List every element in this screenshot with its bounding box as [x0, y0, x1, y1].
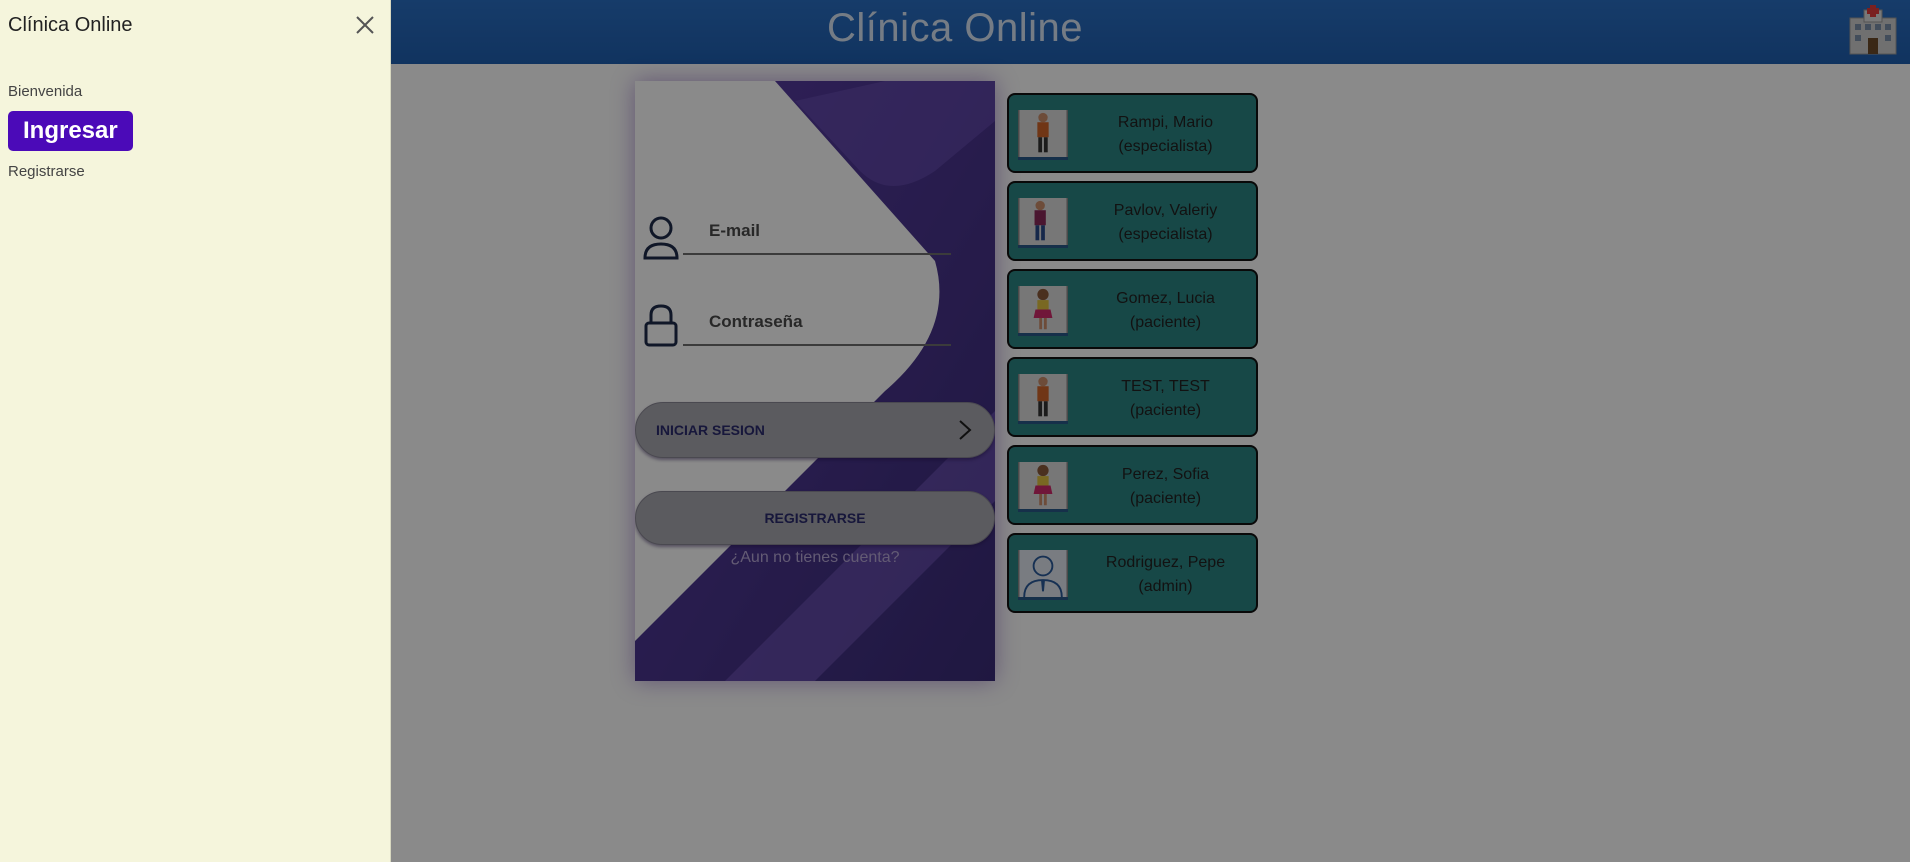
sidebar-item-bienvenida[interactable]: Bienvenida [8, 83, 82, 100]
sidebar-title: Clínica Online [8, 14, 133, 36]
close-icon[interactable] [352, 12, 378, 38]
sidebar-item-registrarse[interactable]: Registrarse [8, 163, 85, 180]
sidebar: Clínica Online Bienvenida Ingresar Regis… [0, 0, 391, 862]
sidebar-item-ingresar[interactable]: Ingresar [8, 111, 133, 151]
